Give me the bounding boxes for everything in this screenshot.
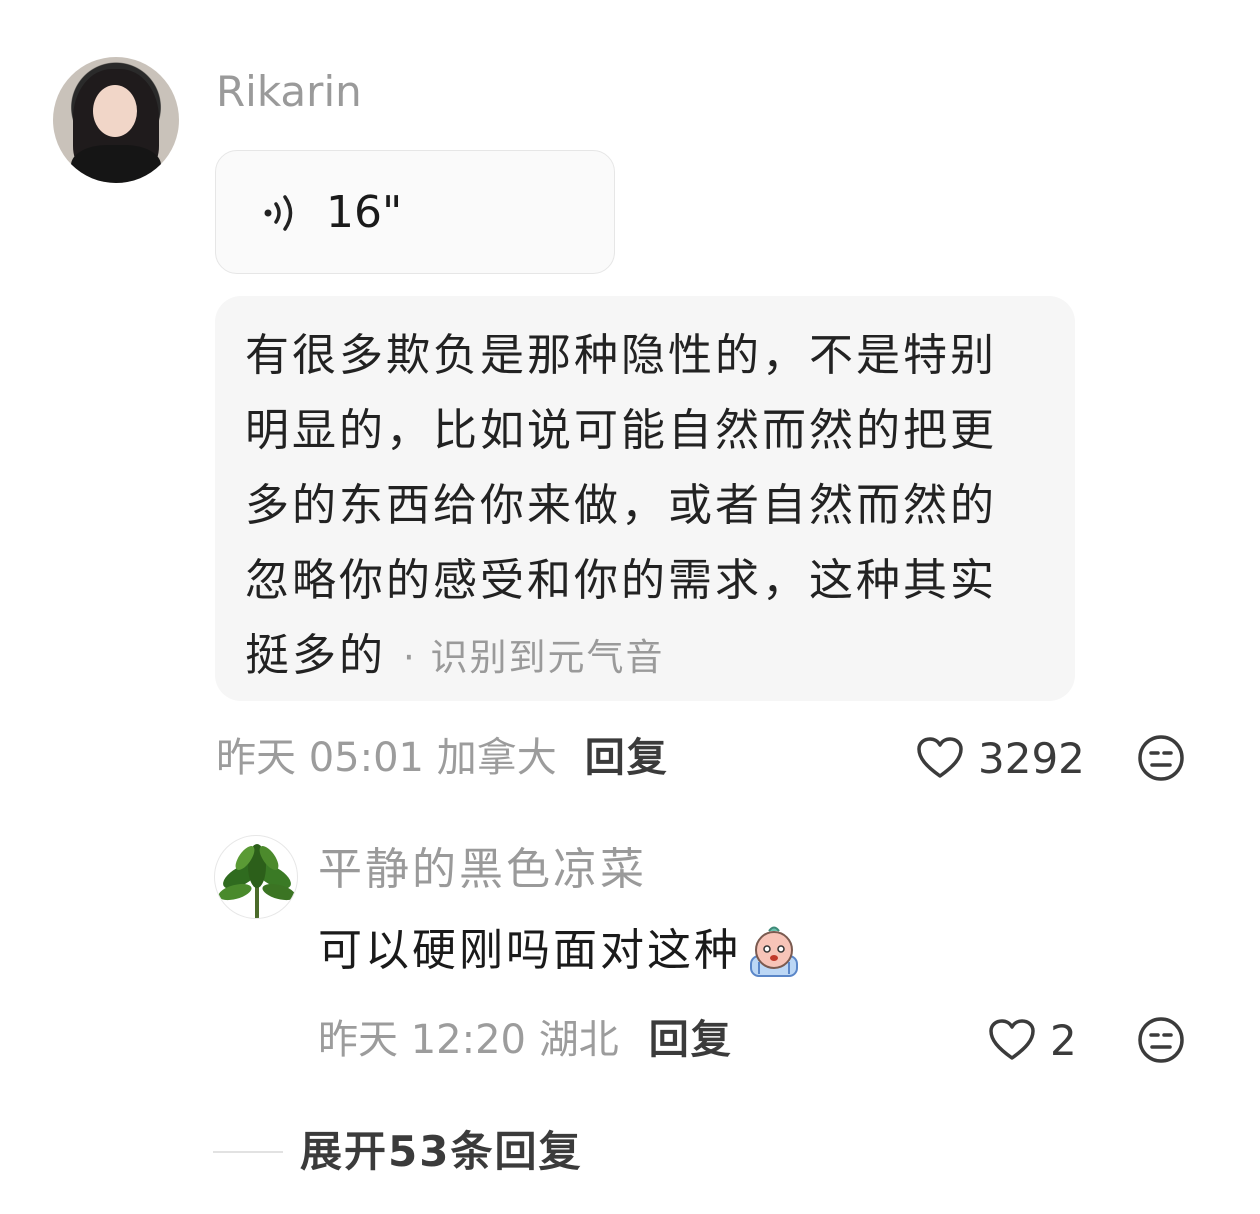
reply-time-location: 昨天 12:20 湖北 bbox=[318, 1017, 619, 1063]
transcript-line: 多的东西给你来做，或者自然而然的 bbox=[245, 480, 997, 531]
like-count: 3292 bbox=[978, 733, 1085, 783]
reply-like-count: 2 bbox=[1050, 1015, 1077, 1065]
reply-text: 可以硬刚吗面对这种 bbox=[318, 925, 741, 976]
transcript-line-text: 挺多的 bbox=[245, 630, 386, 681]
neutral-face-icon[interactable] bbox=[1137, 734, 1185, 782]
expand-divider bbox=[213, 1151, 283, 1153]
like-button[interactable]: 3292 bbox=[916, 728, 1085, 788]
crying-sticker-icon bbox=[750, 926, 798, 977]
commenter-username[interactable]: Rikarin bbox=[216, 66, 362, 118]
voice-wave-icon bbox=[264, 195, 293, 231]
neutral-face-icon[interactable] bbox=[1137, 1016, 1185, 1064]
voice-message-bubble[interactable]: 16" bbox=[215, 150, 615, 274]
plant-avatar-image bbox=[218, 844, 296, 918]
heart-icon bbox=[989, 1019, 1035, 1060]
comment-meta: 昨天 05:01 加拿大 回复 bbox=[216, 728, 669, 788]
transcript-line-last: 挺多的 · 识别到元气音 bbox=[245, 618, 1045, 695]
reply-avatar[interactable] bbox=[214, 835, 298, 919]
transcript-line: 明显的，比如说可能自然而然的把更 bbox=[245, 405, 997, 456]
reply-username[interactable]: 平静的黑色凉菜 bbox=[318, 842, 647, 898]
commenter-avatar[interactable] bbox=[53, 57, 179, 183]
comment-time-location: 昨天 05:01 加拿大 bbox=[216, 735, 557, 781]
transcript-line: 有很多欺负是那种隐性的，不是特别 bbox=[245, 330, 997, 381]
reply-meta: 昨天 12:20 湖北 回复 bbox=[318, 1010, 733, 1070]
transcript-tag: · 识别到元气音 bbox=[403, 636, 665, 679]
reply-body: 可以硬刚吗面对这种 bbox=[318, 920, 803, 982]
reply-button[interactable]: 回复 bbox=[585, 735, 669, 781]
voice-transcript: 有很多欺负是那种隐性的，不是特别 明显的，比如说可能自然而然的把更 多的东西给你… bbox=[215, 296, 1075, 701]
heart-icon bbox=[917, 737, 963, 778]
reply-like-button[interactable]: 2 bbox=[988, 1010, 1077, 1070]
voice-duration: 16" bbox=[326, 187, 403, 238]
reply-to-reply-button[interactable]: 回复 bbox=[649, 1017, 733, 1063]
expand-replies-button[interactable]: 展开53条回复 bbox=[300, 1124, 582, 1180]
transcript-line: 忽略你的感受和你的需求，这种其实 bbox=[245, 555, 997, 606]
